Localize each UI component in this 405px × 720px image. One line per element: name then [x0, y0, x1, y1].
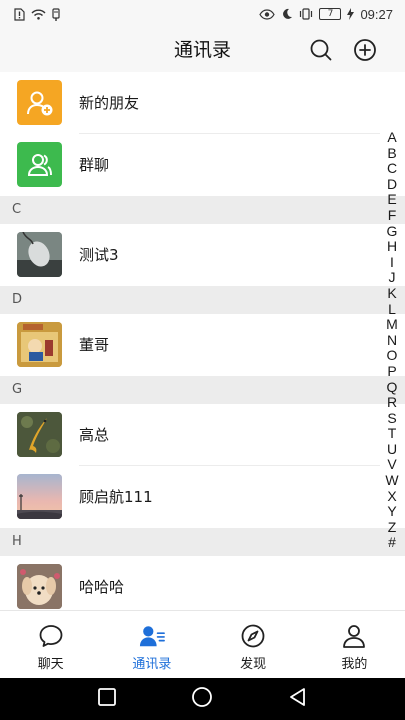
eye-icon	[259, 8, 276, 20]
contact-list[interactable]: 新的朋友 群聊 C 测试3 D 董哥 G 高总 顾启航111 H 哈哈哈	[0, 72, 405, 610]
index-letter-c[interactable]: C	[387, 161, 397, 177]
section-header-c: C	[0, 196, 405, 224]
battery-indicator: 7	[319, 8, 342, 20]
page-title: 通讯录	[173, 39, 231, 61]
avatar	[17, 80, 62, 125]
new-friends-item[interactable]: 新的朋友	[0, 72, 405, 134]
index-letter-q[interactable]: Q	[387, 379, 398, 396]
avatar	[17, 564, 62, 609]
tab-me[interactable]: 我的	[304, 611, 405, 678]
index-letter-i[interactable]: I	[390, 254, 394, 271]
index-letter-d[interactable]: D	[387, 176, 397, 193]
moon-icon	[281, 8, 293, 20]
section-header-d: D	[0, 286, 405, 314]
tab-contacts[interactable]: 通讯录	[101, 611, 202, 678]
index-letter-t[interactable]: T	[388, 426, 397, 442]
index-letter-x[interactable]: X	[387, 488, 396, 505]
koi-fish-photo	[17, 412, 62, 457]
contact-row[interactable]: 哈哈哈	[0, 556, 405, 610]
index-letter-j[interactable]: J	[389, 270, 396, 286]
vibrate-icon	[299, 8, 313, 20]
usb-icon	[52, 7, 60, 21]
item-label: 新的朋友	[79, 94, 140, 112]
index-letter-l[interactable]: L	[388, 301, 396, 318]
index-letter-s[interactable]: S	[387, 410, 396, 427]
contact-name: 测试3	[79, 246, 119, 264]
index-letter-u[interactable]: U	[387, 441, 397, 458]
section-header-h: H	[0, 528, 405, 556]
clock: 09:27	[360, 6, 393, 22]
cartoon-photo	[17, 322, 62, 367]
alphabet-index[interactable]: A B C D E F G H I J K L M N O P Q R S T U V W X Y Z #	[384, 129, 400, 551]
circle-icon	[192, 687, 213, 707]
item-label: 群聊	[79, 156, 110, 174]
index-letter-b[interactable]: B	[387, 145, 396, 162]
contacts-icon	[139, 623, 165, 649]
index-letter-e[interactable]: E	[387, 192, 396, 208]
index-letter-k[interactable]: K	[387, 285, 396, 302]
tab-discover[interactable]: 发现	[203, 611, 304, 678]
search-button[interactable]	[308, 37, 334, 63]
index-letter-r[interactable]: R	[387, 394, 397, 411]
index-letter-n[interactable]: N	[387, 332, 397, 349]
search-icon	[310, 39, 332, 61]
add-button[interactable]	[352, 37, 378, 63]
puppy-photo	[17, 564, 62, 609]
index-letter-m[interactable]: M	[386, 317, 398, 333]
avatar	[17, 474, 62, 519]
section-header-g: G	[0, 376, 405, 404]
contact-row[interactable]: 顾启航111	[0, 466, 405, 528]
avatar	[17, 142, 62, 187]
group-chat-item[interactable]: 群聊	[0, 134, 405, 196]
bottom-tab-bar: 聊天 通讯录 发现 我的	[0, 610, 405, 678]
index-letter-f[interactable]: F	[388, 207, 397, 224]
index-letter-v[interactable]: V	[387, 457, 396, 473]
index-letter-h[interactable]: H	[387, 239, 397, 255]
back-button[interactable]	[288, 687, 308, 711]
status-left	[14, 7, 60, 21]
system-nav-bar	[0, 678, 405, 720]
contact-name: 董哥	[79, 336, 110, 354]
tab-label: 我的	[341, 657, 368, 672]
avatar	[17, 322, 62, 367]
index-letter-w[interactable]: W	[385, 472, 398, 489]
plus-circle-icon	[354, 39, 376, 61]
contact-name: 高总	[79, 426, 110, 444]
add-person-icon	[26, 91, 52, 115]
tab-label: 聊天	[37, 657, 64, 672]
charging-icon	[347, 8, 355, 20]
header: 通讯录	[0, 28, 405, 72]
home-button[interactable]	[191, 686, 213, 712]
back-triangle-icon	[289, 688, 305, 706]
index-letter-z[interactable]: Z	[388, 519, 397, 536]
contact-name: 顾启航111	[79, 488, 153, 506]
chat-bubble-icon	[38, 623, 64, 649]
index-letter-p[interactable]: P	[387, 363, 396, 380]
person-icon	[341, 623, 367, 649]
tab-label: 发现	[240, 657, 267, 672]
index-letter-g[interactable]: G	[387, 223, 398, 240]
status-bar: 7 09:27	[0, 0, 405, 28]
recents-button[interactable]	[97, 687, 117, 711]
index-letter-a[interactable]: A	[387, 129, 396, 146]
contact-row[interactable]: 高总	[0, 404, 405, 466]
tab-chats[interactable]: 聊天	[0, 611, 101, 678]
index-letter-hash[interactable]: #	[388, 535, 396, 551]
compass-icon	[240, 623, 266, 649]
avatar	[17, 232, 62, 277]
index-letter-o[interactable]: O	[387, 348, 398, 364]
wifi-icon	[31, 9, 46, 20]
index-letter-y[interactable]: Y	[387, 504, 396, 520]
sim-alert-icon	[14, 7, 25, 21]
contact-row[interactable]: 测试3	[0, 224, 405, 286]
sunset-photo	[17, 474, 62, 519]
status-right: 7 09:27	[259, 7, 393, 22]
contact-name: 哈哈哈	[79, 578, 125, 596]
square-icon	[98, 688, 117, 706]
computer-mouse-photo	[17, 232, 62, 277]
group-icon	[27, 153, 52, 176]
avatar	[17, 412, 62, 457]
contact-row[interactable]: 董哥	[0, 314, 405, 376]
tab-label: 通讯录	[132, 657, 172, 672]
